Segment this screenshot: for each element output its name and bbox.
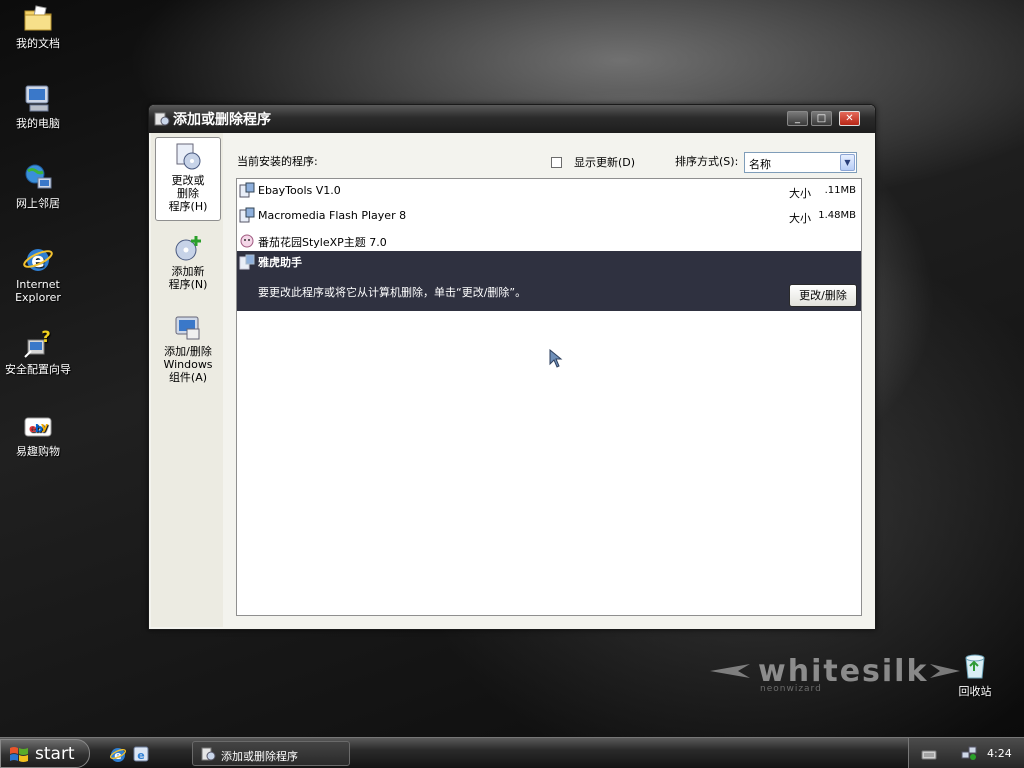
desktop-icon-label: 回收站	[958, 685, 992, 698]
program-row-selected[interactable]: 雅虎助手 要更改此程序或将它从计算机删除，单击“更改/删除”。 更改/删除	[237, 251, 861, 311]
desktop-icon-security-wizard[interactable]: ? 安全配置向导	[0, 328, 78, 376]
internet-explorer-icon: e	[23, 248, 53, 272]
program-name: 雅虎助手	[258, 256, 302, 269]
clock: 4:24	[987, 747, 1012, 760]
desktop-icon-my-documents[interactable]: 我的文档	[0, 2, 78, 50]
logo-left-arrow-icon	[710, 664, 750, 678]
installed-programs-list[interactable]: EbayTools V1.0 大小 .11MB Macromedia Flash…	[236, 178, 862, 616]
taskbar-window-title: 添加或删除程序	[221, 750, 298, 763]
add-remove-programs-icon	[154, 112, 170, 126]
windows-logo-icon	[10, 747, 28, 762]
windows-components-button[interactable]: 添加/删除 Windows 组件(A)	[155, 309, 221, 393]
tray-network-icon[interactable]	[961, 745, 977, 761]
program-name: Macromedia Flash Player 8	[258, 209, 407, 222]
svg-text:e: e	[137, 749, 144, 762]
program-size-label: 大小	[789, 187, 811, 200]
wallpaper-logo: whitesilk neonwizard	[710, 650, 960, 700]
chevron-down-icon[interactable]: ▼	[840, 154, 855, 171]
sort-by-value: 名称	[749, 158, 771, 171]
show-updates-checkbox[interactable]	[551, 157, 562, 168]
program-size-label: 大小	[789, 212, 811, 225]
desktop-icon-recycle-bin[interactable]: 回收站	[935, 650, 1015, 698]
desktop-icon-label: 易趣购物	[16, 445, 60, 458]
left-pane-label-line1: 添加新	[171, 265, 205, 278]
window-title: 添加或删除程序	[173, 112, 271, 128]
left-pane-label-line2: 删除	[177, 187, 199, 200]
current-programs-label: 当前安装的程序:	[237, 155, 318, 168]
left-pane-label-line2: Windows	[163, 358, 213, 371]
task-pane: 更改或 删除 程序(H) 添加新 程序(N) 添加/删除 Windows 组件(…	[151, 133, 223, 627]
desktop-icon-my-computer[interactable]: 我的电脑	[0, 82, 78, 130]
desktop-icon-label: 安全配置向导	[5, 363, 71, 376]
desktop-icon-network-places[interactable]: 网上邻居	[0, 162, 78, 210]
desktop-icon-internet-explorer[interactable]: e Internet Explorer	[0, 243, 78, 304]
system-tray: 4:24	[908, 738, 1024, 768]
quicklaunch-ie2-icon[interactable]: e	[132, 745, 150, 763]
window-titlebar[interactable]: 添加或删除程序 _ □ ✕	[149, 105, 875, 133]
program-name: EbayTools V1.0	[258, 184, 341, 197]
left-pane-label-line1: 添加/删除	[164, 345, 212, 358]
add-remove-programs-window: 添加或删除程序 _ □ ✕ 更改或 删除 程序(H) 添加新 程序(N) 添加/…	[148, 104, 876, 630]
network-places-icon	[25, 164, 52, 189]
left-pane-label-line3: 程序(H)	[168, 200, 208, 213]
desktop-icon-ebay-shopping[interactable]: e b y 易趣购物	[0, 410, 78, 458]
add-remove-programs-icon	[201, 747, 216, 761]
change-remove-programs-button[interactable]: 更改或 删除 程序(H)	[155, 137, 221, 221]
left-pane-label-line3: 组件(A)	[168, 371, 208, 384]
add-new-programs-icon	[175, 236, 201, 261]
close-button[interactable]: ✕	[839, 111, 860, 126]
svg-text:y: y	[41, 420, 48, 433]
installer-icon	[239, 207, 255, 223]
program-size: 1.48MB	[818, 210, 856, 221]
desktop-icon-label-line1: Internet	[16, 278, 60, 291]
left-pane-label-line1: 更改或	[171, 174, 205, 187]
program-row[interactable]: 番茄花园StyleXP主题 7.0	[237, 229, 861, 251]
maximize-button[interactable]: □	[811, 111, 832, 126]
wallpaper-logo-subtext: neonwizard	[760, 684, 822, 694]
change-remove-programs-icon	[176, 143, 201, 170]
taskbar-window-button[interactable]: 添加或删除程序	[192, 741, 350, 766]
taskbar: start e e 添加或删除程序 4:24	[0, 737, 1024, 768]
tray-keyboard-icon[interactable]	[921, 746, 937, 762]
quicklaunch-ie-icon[interactable]: e	[109, 745, 127, 763]
desktop-icon-label: 网上邻居	[16, 197, 60, 210]
minimize-button[interactable]: _	[787, 111, 808, 126]
program-row[interactable]: Macromedia Flash Player 8 大小 1.48MB	[237, 204, 861, 229]
security-wizard-icon: ?	[24, 328, 51, 358]
desktop-icon-label: 我的电脑	[16, 117, 60, 130]
program-description: 要更改此程序或将它从计算机删除，单击“更改/删除”。	[258, 286, 527, 299]
left-pane-label-line2: 程序(N)	[168, 278, 208, 291]
start-label: start	[35, 744, 75, 764]
program-size: .11MB	[824, 185, 856, 196]
folder-documents-icon	[24, 5, 52, 31]
recycle-bin-icon	[965, 654, 985, 679]
my-computer-icon	[25, 85, 49, 112]
sort-by-label: 排序方式(S):	[675, 155, 739, 168]
sort-by-dropdown[interactable]: 名称 ▼	[744, 152, 857, 173]
change-remove-button[interactable]: 更改/删除	[789, 284, 857, 307]
desktop-icon-label-line2: Explorer	[15, 291, 61, 304]
program-name: 番茄花园StyleXP主题 7.0	[258, 236, 387, 249]
mouse-cursor-icon	[549, 349, 563, 368]
start-button[interactable]: start	[0, 739, 90, 768]
installer-icon	[239, 182, 255, 198]
windows-components-icon	[175, 316, 200, 340]
show-updates-label[interactable]: 显示更新(D)	[574, 154, 635, 170]
installer-icon	[239, 254, 255, 270]
svg-text:?: ?	[41, 328, 50, 346]
desktop-icon-label: 我的文档	[16, 37, 60, 50]
tomato-theme-icon	[240, 234, 254, 248]
add-new-programs-button[interactable]: 添加新 程序(N)	[155, 229, 221, 299]
program-row[interactable]: EbayTools V1.0 大小 .11MB	[237, 179, 861, 204]
ebay-shopping-icon: e b y	[24, 417, 52, 437]
